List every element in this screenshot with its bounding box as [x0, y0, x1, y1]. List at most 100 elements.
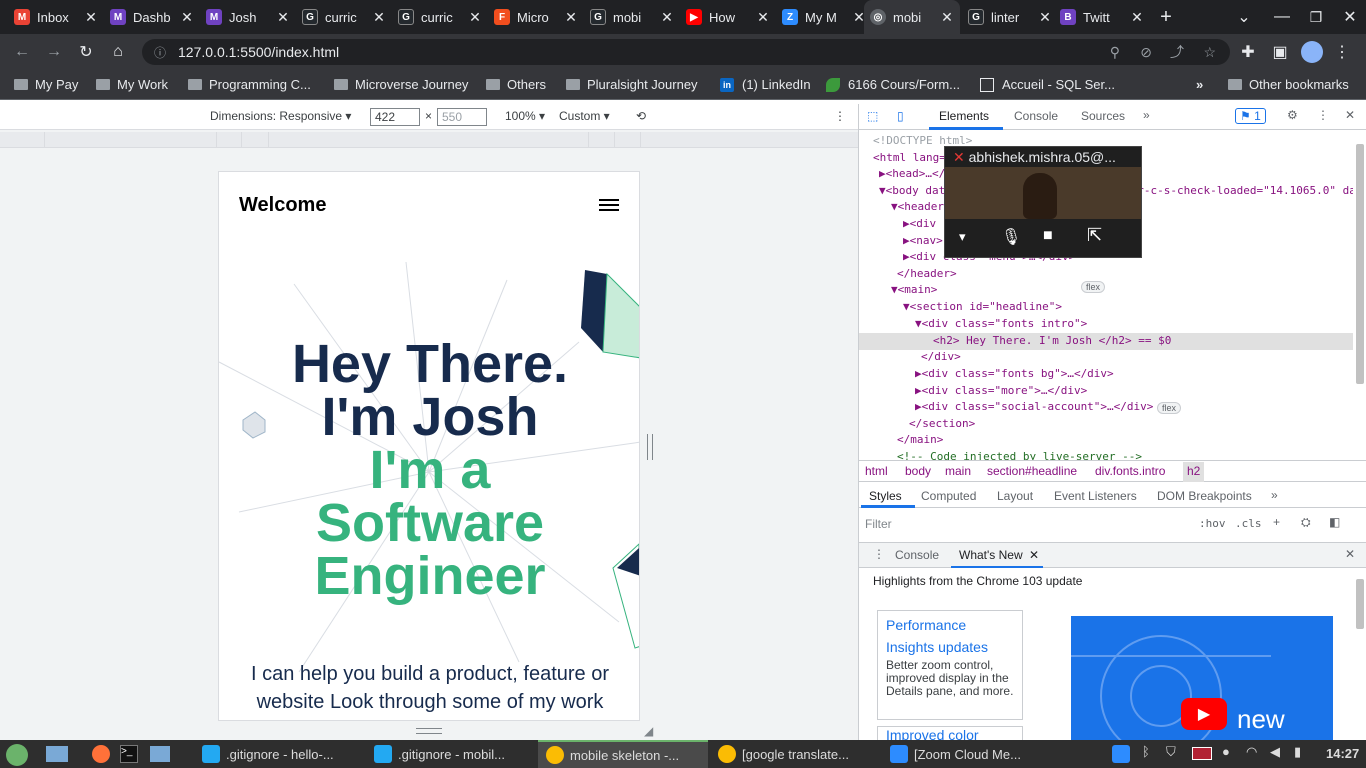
bookmark-item[interactable]: My Work	[96, 77, 168, 92]
tab[interactable]: M Dashb ✕	[104, 0, 200, 34]
video-camera-icon[interactable]: ■	[1043, 227, 1053, 245]
bookmark-item[interactable]: Programming C...	[188, 77, 311, 92]
other-bookmarks[interactable]: Other bookmarks	[1228, 77, 1349, 92]
tab-event-listeners[interactable]: Event Listeners	[1054, 489, 1137, 503]
home-icon[interactable]: ⌂	[106, 40, 130, 64]
new-tab-plus-icon[interactable]: +	[1154, 5, 1178, 29]
close-window-icon[interactable]: ✕	[1338, 5, 1362, 29]
zoom-icon[interactable]: ⚲	[1110, 44, 1120, 61]
cls-toggle[interactable]: .cls	[1235, 517, 1262, 530]
tab-styles[interactable]: Styles	[869, 489, 902, 503]
taskbar-item[interactable]: .gitignore - mobil...	[366, 740, 536, 768]
close-icon[interactable]: ✕	[564, 9, 578, 26]
breadcrumb-item[interactable]: section#headline	[987, 464, 1077, 478]
bookmark-item[interactable]: 6166 Cours/Form...	[826, 77, 960, 92]
breadcrumb-item[interactable]: main	[945, 464, 971, 478]
info-icon[interactable]: ⓘ	[154, 44, 166, 61]
rotate-icon[interactable]: ⟲	[636, 109, 646, 123]
bookmark-item[interactable]: Others	[486, 77, 546, 92]
drawer-tab-whats-new[interactable]: What's New	[959, 548, 1023, 562]
dom-node[interactable]: ▶<div class="more">…</div>	[915, 384, 1353, 401]
styles-filter-input[interactable]: Filter	[865, 517, 1185, 531]
close-icon[interactable]: ✕	[660, 9, 674, 26]
tab[interactable]: Gcurric ✕	[392, 0, 488, 34]
dimensions-dropdown[interactable]: Dimensions: Responsive ▾	[210, 109, 351, 123]
breadcrumb-item[interactable]: div.fonts.intro	[1095, 464, 1165, 478]
share-icon[interactable]: ⤴	[1170, 42, 1184, 62]
wifi-icon[interactable]: ◠	[1246, 744, 1257, 760]
star-icon[interactable]: ☆	[1203, 44, 1216, 61]
throttle-dropdown[interactable]: Custom ▾	[559, 109, 610, 123]
chevron-down-icon[interactable]: ⌄	[1232, 5, 1256, 29]
breadcrumb-item-active[interactable]: h2	[1183, 462, 1205, 482]
back-arrow-icon[interactable]: ←	[10, 40, 34, 64]
dom-node[interactable]: ▶<div class="social-account">…</div>	[915, 400, 1155, 417]
tab[interactable]: B Twitt ✕	[1054, 0, 1150, 34]
taskbar-item[interactable]: [Zoom Cloud Me...	[882, 740, 1052, 768]
close-icon[interactable]: ✕	[940, 9, 954, 26]
taskbar-item[interactable]: .gitignore - hello-...	[194, 740, 364, 768]
tab-sources[interactable]: Sources	[1081, 109, 1125, 123]
user-icon[interactable]: ●	[1222, 744, 1230, 759]
height-input[interactable]: 550	[437, 108, 487, 126]
zoom-tray-icon[interactable]	[1112, 745, 1130, 763]
inspect-icon[interactable]: ⬚	[867, 109, 878, 123]
kebab-menu-icon[interactable]: ⋮	[1330, 40, 1354, 64]
close-icon[interactable]: ✕	[468, 9, 482, 26]
plus-icon[interactable]: +	[1273, 515, 1280, 529]
card-link[interactable]: Insights updates	[886, 635, 1014, 659]
close-icon[interactable]: ✕	[180, 9, 194, 26]
volume-icon[interactable]: ◀	[1270, 744, 1280, 760]
tab-console[interactable]: Console	[1014, 109, 1058, 123]
close-icon[interactable]: ✕	[1345, 108, 1355, 122]
tab-elements[interactable]: Elements	[939, 109, 989, 123]
media-query-ruler[interactable]	[0, 132, 858, 148]
battery-icon[interactable]: ▮	[1294, 744, 1301, 760]
tab-computed[interactable]: Computed	[921, 489, 976, 503]
tab-active[interactable]: ◎ mobi ✕	[864, 0, 960, 34]
more-tabs-icon[interactable]: »	[1143, 108, 1150, 122]
tab-dom-breakpoints[interactable]: DOM Breakpoints	[1157, 489, 1252, 503]
device-toggle-icon[interactable]: ▯	[897, 109, 904, 123]
close-icon[interactable]: ✕	[276, 9, 290, 26]
dom-node[interactable]: </section>	[909, 417, 1353, 434]
width-input[interactable]: 422	[370, 108, 420, 126]
tab[interactable]: Gcurric ✕	[296, 0, 392, 34]
mic-off-icon[interactable]: 🎙	[1001, 227, 1021, 247]
tab[interactable]: F Micro ✕	[488, 0, 584, 34]
resize-handle-right[interactable]	[647, 434, 653, 460]
more-tabs-icon[interactable]: »	[1271, 488, 1278, 502]
taskbar-item[interactable]: [google translate...	[710, 740, 880, 768]
bookmark-item[interactable]: in (1) LinkedIn	[720, 77, 811, 92]
flex-badge[interactable]: flex	[1157, 402, 1182, 414]
youtube-play-icon[interactable]: ▶	[1181, 698, 1227, 730]
close-icon[interactable]: ✕	[372, 9, 386, 26]
close-icon[interactable]: ✕	[1029, 548, 1039, 562]
dom-node[interactable]: </header>	[897, 267, 1353, 284]
dom-node[interactable]: ▼<div class="fonts intro">	[915, 317, 1353, 334]
close-icon[interactable]: ✕	[1038, 9, 1052, 26]
sidebar-toggle-icon[interactable]: ◧	[1329, 515, 1340, 529]
kebab-menu-icon[interactable]: ⋮	[1317, 108, 1329, 122]
avatar[interactable]	[1300, 40, 1324, 64]
bookmark-item[interactable]: Pluralsight Journey	[566, 77, 698, 92]
dom-node[interactable]: </main>	[897, 433, 1353, 450]
minimize-icon[interactable]: —	[1270, 5, 1294, 29]
tab[interactable]: Z My M ✕	[776, 0, 872, 34]
drawer-menu-icon[interactable]: ⋮	[873, 547, 885, 561]
mint-menu-icon[interactable]	[6, 744, 28, 766]
dom-node[interactable]: ▼<main>	[891, 283, 1353, 300]
tab[interactable]: ▶ How ✕	[680, 0, 776, 34]
video-thumbnail[interactable]: ▶ new	[1071, 616, 1333, 740]
tab-layout[interactable]: Layout	[997, 489, 1033, 503]
extensions-puzzle-icon[interactable]: ✚	[1236, 40, 1260, 64]
us-flag-icon[interactable]	[1192, 747, 1212, 760]
tab[interactable]: M Inbox ✕	[8, 0, 104, 34]
clock[interactable]: 14:27	[1326, 746, 1359, 761]
address-bar[interactable]: ⓘ 127.0.0.1:5500/index.html ⚲ ⊘ ⤴ ☆	[142, 39, 1230, 65]
forward-arrow-icon[interactable]: →	[42, 40, 66, 64]
close-icon[interactable]: ✕	[84, 9, 98, 26]
tab[interactable]: Glinter ✕	[962, 0, 1058, 34]
card-link[interactable]: Improved color	[877, 726, 1023, 740]
zoom-video-overlay[interactable]: ✕ abhishek.mishra.05@... ▾ 🎙 ■ ⇱	[944, 146, 1142, 258]
